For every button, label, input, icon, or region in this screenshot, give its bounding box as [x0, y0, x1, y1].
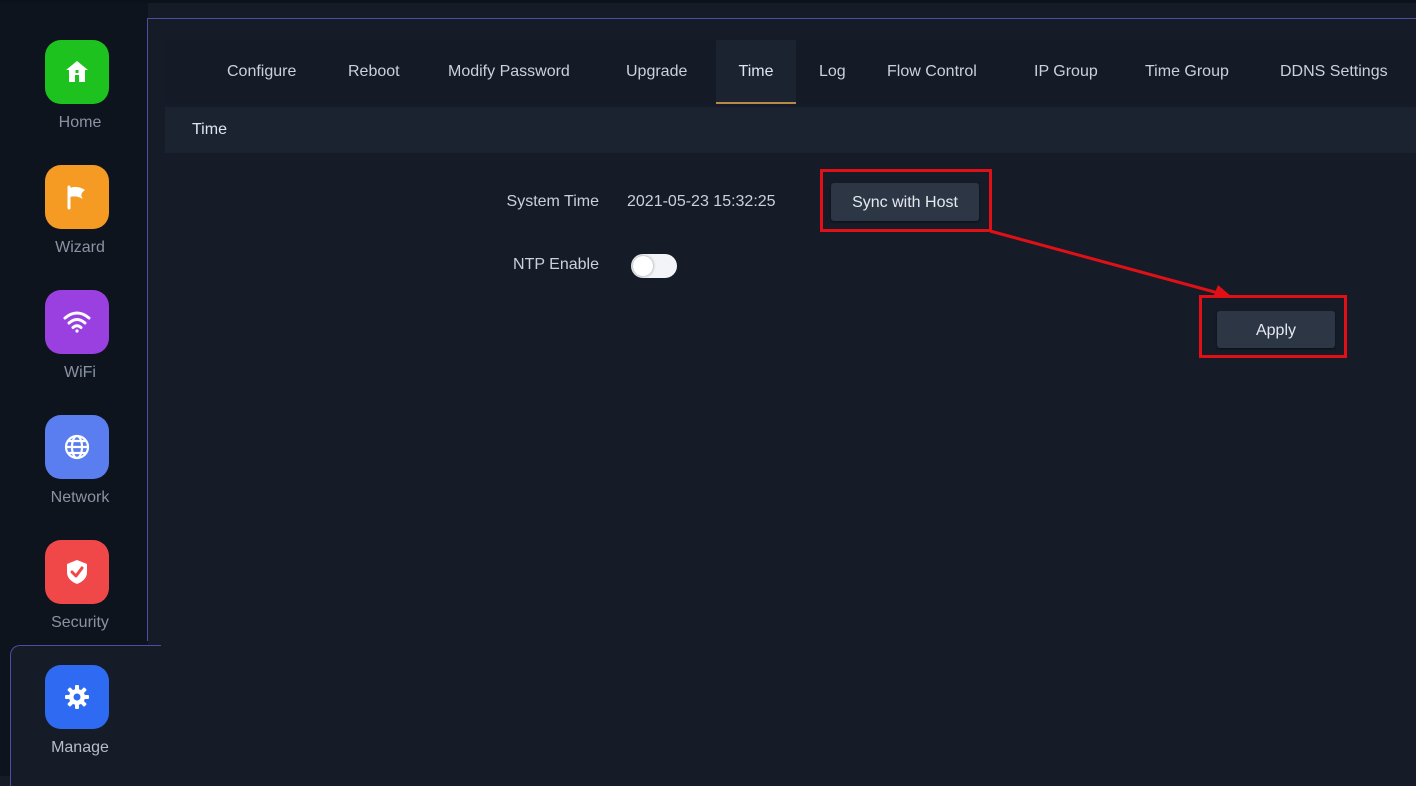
- sidebar-item-security[interactable]: Security: [0, 540, 148, 640]
- tab-log[interactable]: Log: [819, 40, 846, 104]
- globe-icon: [45, 415, 109, 479]
- tab-reboot[interactable]: Reboot: [348, 40, 400, 104]
- tab-flow-control[interactable]: Flow Control: [887, 40, 977, 104]
- content-border: [147, 18, 1416, 19]
- home-icon: [45, 40, 109, 104]
- toggle-knob: [633, 256, 653, 276]
- annotation-highlight-apply: [1199, 295, 1347, 358]
- system-time-value: 2021-05-23 15:32:25: [627, 193, 776, 210]
- top-bar: [0, 0, 1416, 3]
- sidebar-item-label: Wizard: [55, 239, 105, 256]
- ntp-enable-label: NTP Enable: [513, 256, 599, 273]
- sidebar-item-label: Security: [51, 614, 109, 631]
- sidebar-item-label: Network: [50, 489, 110, 506]
- shield-icon: [45, 540, 109, 604]
- tab-upgrade[interactable]: Upgrade: [626, 40, 687, 104]
- sidebar-item-wifi[interactable]: WiFi: [0, 290, 148, 390]
- flag-icon: [45, 165, 109, 229]
- sidebar-item-network[interactable]: Network: [0, 415, 148, 515]
- tab-ddns-settings[interactable]: DDNS Settings: [1280, 40, 1388, 104]
- tab-bar: Configure Reboot Modify Password Upgrade…: [165, 40, 1416, 104]
- sidebar-item-label: Manage: [51, 739, 109, 756]
- tab-configure[interactable]: Configure: [227, 40, 296, 104]
- section-header: Time: [165, 107, 1416, 153]
- gear-icon: [45, 665, 109, 729]
- sidebar-item-manage[interactable]: Manage: [0, 665, 148, 765]
- section-title: Time: [192, 121, 227, 138]
- ntp-enable-toggle[interactable]: [631, 254, 677, 278]
- tab-time[interactable]: Time: [716, 40, 796, 104]
- sidebar-item-label: Home: [58, 114, 102, 131]
- tab-time-group[interactable]: Time Group: [1145, 40, 1229, 104]
- tab-ip-group[interactable]: IP Group: [1034, 40, 1098, 104]
- wifi-icon: [45, 290, 109, 354]
- annotation-highlight-sync: [820, 169, 992, 232]
- sidebar-item-wizard[interactable]: Wizard: [0, 165, 148, 265]
- sidebar-item-label: WiFi: [64, 364, 96, 381]
- system-time-label: System Time: [506, 193, 599, 210]
- sidebar-item-home[interactable]: Home: [0, 40, 148, 140]
- tab-modify-password[interactable]: Modify Password: [448, 40, 570, 104]
